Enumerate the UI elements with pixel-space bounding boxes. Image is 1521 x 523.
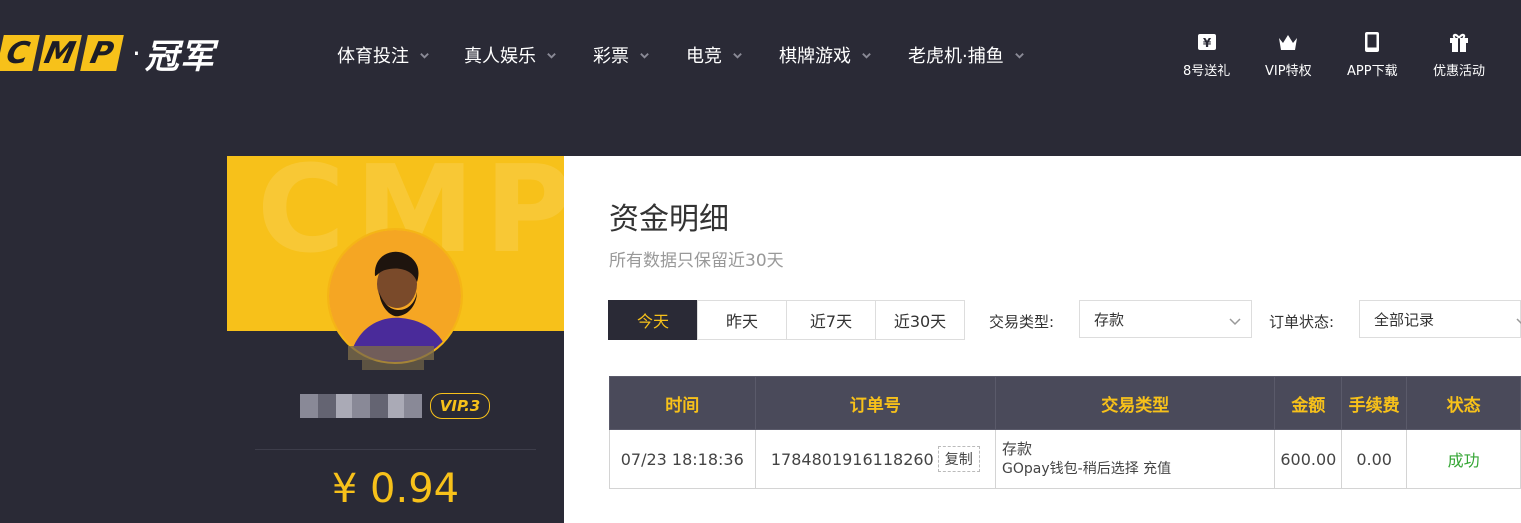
column-header-fee: 手续费 bbox=[1341, 376, 1408, 430]
profile-card: CMP VIP.3 ¥ 0.94 bbox=[227, 156, 564, 523]
username-masked bbox=[300, 394, 422, 418]
quick-link-vip[interactable]: VIP特权 bbox=[1265, 30, 1312, 79]
type-main: 存款 bbox=[1002, 440, 1033, 458]
nav-item-esports[interactable]: 电竞 bbox=[686, 42, 743, 68]
page-title: 资金明细 bbox=[609, 202, 729, 237]
chevron-down-icon bbox=[640, 52, 649, 59]
table-header-row: 时间 订单号 交易类型 金额 手续费 状态 bbox=[609, 376, 1521, 430]
cell-status: 成功 bbox=[1406, 429, 1521, 489]
logo-text: 冠军 bbox=[144, 36, 215, 77]
quick-link-gift-8th[interactable]: ¥ 8号送礼 bbox=[1183, 30, 1230, 79]
nav-label: 电竞 bbox=[686, 46, 722, 67]
chevron-down-icon bbox=[1516, 318, 1521, 325]
gift-icon bbox=[1450, 33, 1468, 52]
main-nav: 体育投注 真人娱乐 彩票 电竞 棋牌游戏 老虎机·捕鱼 bbox=[337, 42, 1061, 68]
chevron-down-icon bbox=[547, 52, 556, 59]
nav-label: 真人娱乐 bbox=[464, 46, 536, 67]
nav-label: 体育投注 bbox=[337, 46, 409, 67]
crown-icon bbox=[1279, 35, 1298, 50]
date-range-tabs: 今天 昨天 近7天 近30天 bbox=[608, 300, 965, 340]
cell-amount: 600.00 bbox=[1274, 429, 1343, 489]
column-header-status: 状态 bbox=[1406, 376, 1521, 430]
balance-amount: ¥ 0.94 bbox=[331, 466, 460, 512]
vip-badge: VIP.3 bbox=[430, 393, 490, 419]
column-header-time: 时间 bbox=[609, 376, 756, 430]
cell-fee: 0.00 bbox=[1341, 429, 1408, 489]
select-value: 存款 bbox=[1094, 310, 1125, 329]
column-header-type: 交易类型 bbox=[995, 376, 1276, 430]
order-status-label: 订单状态: bbox=[1269, 313, 1335, 331]
chevron-down-icon bbox=[862, 52, 871, 59]
avatar-image bbox=[329, 230, 461, 362]
order-status-select[interactable]: 全部记录 bbox=[1359, 300, 1521, 338]
select-value: 全部记录 bbox=[1374, 310, 1435, 329]
chevron-down-icon bbox=[1229, 318, 1241, 326]
cell-type: 存款 GOpay钱包-稍后选择 充值 bbox=[995, 429, 1276, 489]
cell-order-no: 1784801916118260 复制 bbox=[754, 429, 997, 489]
nav-item-live-casino[interactable]: 真人娱乐 bbox=[464, 42, 557, 68]
type-detail: GOpay钱包-稍后选择 充值 bbox=[1002, 461, 1172, 477]
nav-item-slots-fishing[interactable]: 老虎机·捕鱼 bbox=[908, 42, 1025, 68]
logo-dot: · bbox=[132, 36, 141, 70]
tab-today[interactable]: 今天 bbox=[608, 300, 698, 340]
copy-button[interactable]: 复制 bbox=[937, 446, 980, 472]
masked-text-pixels bbox=[348, 346, 434, 360]
tab-last-30-days[interactable]: 近30天 bbox=[875, 300, 965, 340]
transactions-table: 时间 订单号 交易类型 金额 手续费 状态 07/23 18:18:36 178… bbox=[609, 376, 1521, 489]
nav-item-lottery[interactable]: 彩票 bbox=[593, 42, 650, 68]
column-header-amount: 金额 bbox=[1274, 376, 1343, 430]
nav-label: 棋牌游戏 bbox=[779, 46, 851, 67]
nav-item-card-games[interactable]: 棋牌游戏 bbox=[779, 42, 872, 68]
table-row: 07/23 18:18:36 1784801916118260 复制 存款 GO… bbox=[609, 429, 1521, 489]
tab-yesterday[interactable]: 昨天 bbox=[697, 300, 787, 340]
avatar[interactable] bbox=[327, 228, 463, 364]
quick-link-label: 优惠活动 bbox=[1433, 64, 1486, 79]
nav-item-sports[interactable]: 体育投注 bbox=[337, 42, 430, 68]
logo-letter: M bbox=[38, 35, 82, 71]
page-subtitle: 所有数据只保留近30天 bbox=[609, 251, 784, 271]
column-header-order-no: 订单号 bbox=[754, 376, 997, 430]
chevron-down-icon bbox=[1014, 52, 1024, 59]
transaction-type-select[interactable]: 存款 bbox=[1079, 300, 1252, 338]
tab-last-7-days[interactable]: 近7天 bbox=[786, 300, 876, 340]
transaction-type-label: 交易类型: bbox=[989, 313, 1055, 331]
logo-letter: P bbox=[80, 35, 124, 71]
divider bbox=[255, 449, 536, 450]
quick-link-label: VIP特权 bbox=[1265, 64, 1312, 79]
quick-link-promotions[interactable]: 优惠活动 bbox=[1433, 30, 1485, 79]
nav-label: 彩票 bbox=[593, 46, 629, 67]
masked-text-pixels bbox=[362, 360, 424, 370]
tablet-icon bbox=[1365, 32, 1380, 52]
order-number: 1784801916118260 bbox=[770, 449, 934, 469]
svg-text:¥: ¥ bbox=[1202, 36, 1211, 50]
cell-time: 07/23 18:18:36 bbox=[609, 429, 756, 489]
top-navbar: C M P · 冠军 体育投注 真人娱乐 彩票 电竞 棋牌游戏 老虎机·捕鱼 ¥… bbox=[0, 0, 1521, 110]
quick-link-app-download[interactable]: APP下载 bbox=[1347, 30, 1398, 79]
nav-label: 老虎机·捕鱼 bbox=[908, 46, 1004, 67]
chevron-down-icon bbox=[420, 52, 429, 59]
fund-details-panel: 资金明细 所有数据只保留近30天 今天 昨天 近7天 近30天 交易类型: 存款… bbox=[564, 156, 1521, 523]
logo-letter: C bbox=[0, 35, 40, 71]
chevron-down-icon bbox=[733, 52, 742, 59]
quick-link-label: APP下载 bbox=[1347, 64, 1398, 79]
brand-logo[interactable]: C M P · 冠军 bbox=[0, 33, 215, 77]
quick-link-label: 8号送礼 bbox=[1183, 64, 1231, 79]
ticket-icon: ¥ bbox=[1197, 34, 1216, 50]
